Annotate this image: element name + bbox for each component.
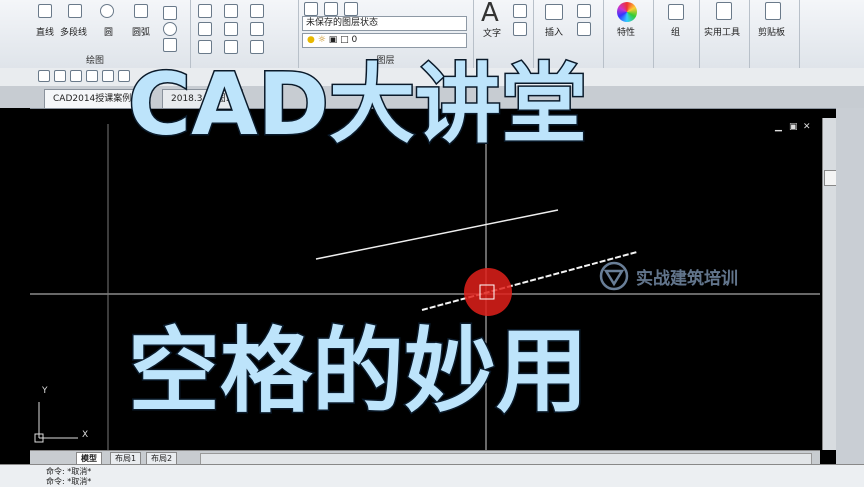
- move-icon[interactable]: [198, 4, 212, 18]
- clipboard-tool-label[interactable]: 剪贴板: [758, 25, 785, 38]
- line-icon[interactable]: [38, 4, 52, 18]
- layout-tab-bar: 模型 布局1 布局2: [30, 450, 820, 466]
- clipboard-panel: 剪贴板: [749, 0, 800, 68]
- rectangle-icon[interactable]: [163, 6, 177, 20]
- properties-tool-label[interactable]: 特性: [617, 25, 635, 38]
- layer-color-swatch: □: [340, 35, 349, 45]
- circle-tool-label[interactable]: 圆: [104, 25, 113, 38]
- layer-name: 0: [351, 35, 358, 45]
- utilities-tool-label[interactable]: 实用工具: [704, 25, 740, 38]
- circle-icon[interactable]: [100, 4, 114, 18]
- group-tool-label[interactable]: 组: [671, 25, 680, 38]
- viewport-minimize-icon[interactable]: ▁: [775, 122, 782, 132]
- group-icon[interactable]: [668, 4, 684, 20]
- polyline-icon[interactable]: [68, 4, 82, 18]
- clipboard-icon[interactable]: [765, 2, 781, 20]
- rotate-icon[interactable]: [224, 4, 238, 18]
- left-margin: [0, 108, 30, 458]
- array-icon[interactable]: [250, 40, 264, 54]
- command-history-line-2: 命令: *取消*: [46, 477, 92, 486]
- lightbulb-icon: ●: [307, 35, 315, 45]
- layer-match-icon[interactable]: [324, 2, 338, 16]
- color-wheel-icon[interactable]: [617, 2, 637, 22]
- insert-tool-label[interactable]: 插入: [545, 25, 563, 38]
- text-tool-label[interactable]: 文字: [483, 26, 501, 39]
- watermark-text: 实战建筑培训: [636, 269, 738, 289]
- save-as-icon[interactable]: [86, 70, 98, 82]
- save-icon[interactable]: [70, 70, 82, 82]
- open-file-icon[interactable]: [54, 70, 66, 82]
- new-file-icon[interactable]: [38, 70, 50, 82]
- ucs-x-label: X: [82, 430, 89, 440]
- viewport-restore-icon[interactable]: ▣: [789, 122, 798, 132]
- utilities-panel: 实用工具: [699, 0, 750, 68]
- trim-icon[interactable]: [250, 4, 264, 18]
- edit-block-icon[interactable]: [577, 22, 591, 36]
- insert-block-icon[interactable]: [545, 4, 563, 20]
- group-panel: 组: [653, 0, 700, 68]
- arc-tool-label[interactable]: 圆弧: [132, 25, 150, 38]
- table-icon[interactable]: [513, 22, 527, 36]
- mirror-icon[interactable]: [224, 22, 238, 36]
- right-side-strip: [836, 108, 864, 468]
- line-tool-label[interactable]: 直线: [36, 25, 54, 38]
- create-block-icon[interactable]: [577, 4, 591, 18]
- copy-icon[interactable]: [198, 22, 212, 36]
- print-icon[interactable]: [102, 70, 114, 82]
- fillet-icon[interactable]: [250, 22, 264, 36]
- layer-state-combo[interactable]: 未保存的图层状态: [302, 16, 467, 31]
- command-window[interactable]: 命令: *取消* 命令: *取消*: [0, 464, 864, 487]
- layer-properties-icon[interactable]: [304, 2, 318, 16]
- viewport-close-icon[interactable]: ✕: [803, 122, 811, 132]
- layer-combo[interactable]: ● ☼ ▣ □ 0: [302, 33, 467, 48]
- text-icon[interactable]: A: [481, 0, 499, 28]
- ellipse-icon[interactable]: [163, 22, 177, 36]
- sun-icon: ☼: [317, 35, 326, 45]
- overlay-subtitle: 空格的妙用: [126, 318, 589, 425]
- scale-icon[interactable]: [224, 40, 238, 54]
- properties-panel: 特性: [603, 0, 654, 68]
- document-tab-1[interactable]: CAD2014授课案例: [44, 89, 141, 108]
- stretch-icon[interactable]: [198, 40, 212, 54]
- lock-icon: ▣: [328, 35, 338, 45]
- polyline-tool-label[interactable]: 多段线: [60, 25, 87, 38]
- layer-previous-icon[interactable]: [344, 2, 358, 16]
- hatch-icon[interactable]: [163, 38, 177, 52]
- overlay-title: CAD大讲堂: [126, 55, 588, 155]
- calculator-icon[interactable]: [716, 2, 732, 20]
- dimension-icon[interactable]: [513, 4, 527, 18]
- arc-icon[interactable]: [134, 4, 148, 18]
- ucs-y-label: Y: [42, 386, 48, 396]
- vertical-scrollbar[interactable]: [822, 118, 837, 450]
